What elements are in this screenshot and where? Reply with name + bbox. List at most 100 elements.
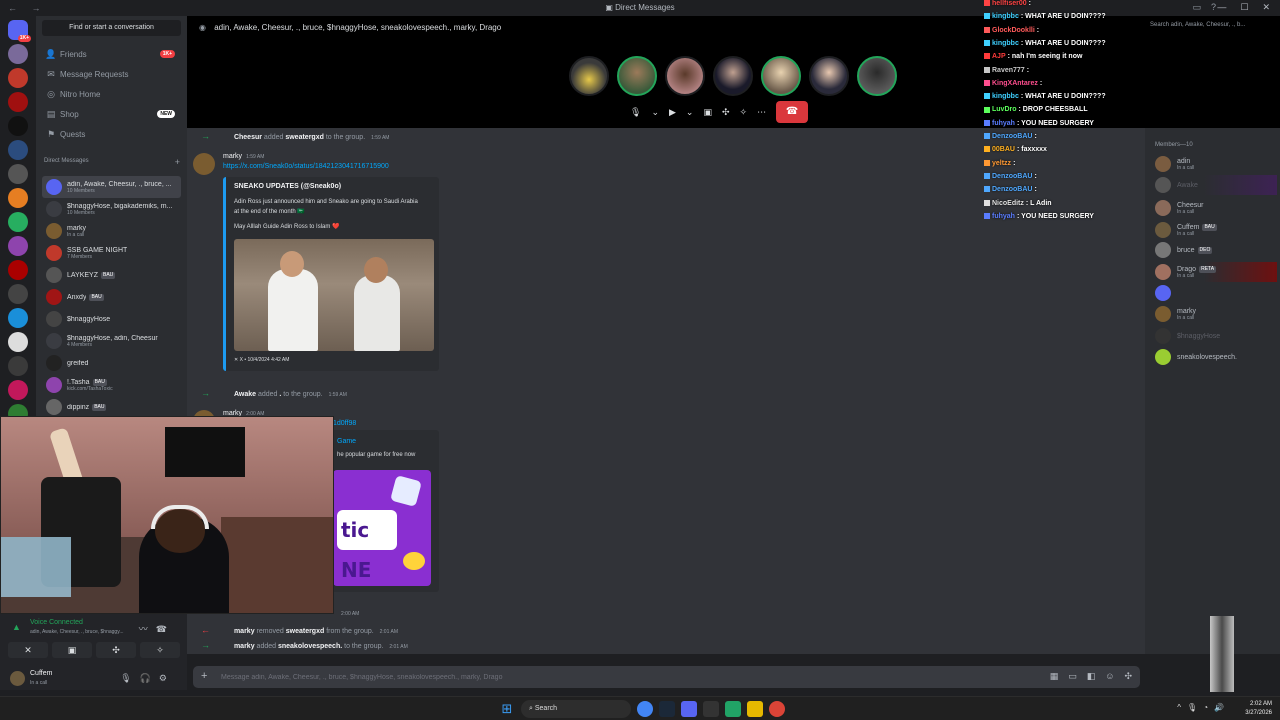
embed-image[interactable] bbox=[234, 239, 434, 351]
server-icon[interactable] bbox=[8, 164, 28, 184]
microphone-icon[interactable]: 🎙 bbox=[120, 673, 139, 683]
mic-icon[interactable]: 🎙 bbox=[1187, 703, 1203, 712]
clock[interactable]: 2:02 AM 3/27/2026 bbox=[1245, 700, 1272, 718]
member-item[interactable]: adin In a call bbox=[1155, 154, 1277, 174]
avatar[interactable] bbox=[193, 153, 215, 175]
server-icon[interactable] bbox=[8, 116, 28, 136]
participant-avatar[interactable] bbox=[713, 56, 753, 96]
camera-off-icon[interactable]: ▶ bbox=[669, 107, 676, 118]
nav-shop[interactable]: ▤ Shop NEW bbox=[42, 105, 181, 123]
disconnect-button[interactable]: ☎ bbox=[776, 101, 809, 123]
member-item[interactable]: marky In a call bbox=[1155, 304, 1277, 324]
system-user[interactable]: marky bbox=[234, 628, 255, 635]
server-icon[interactable] bbox=[8, 140, 28, 160]
member-item[interactable]: Cheesur In a call bbox=[1155, 198, 1277, 218]
dm-item[interactable]: LAYKEYZ BAU bbox=[42, 264, 181, 286]
soundboard-icon[interactable]: ✧ bbox=[740, 107, 748, 118]
nav-message-requests[interactable]: ✉ Message Requests bbox=[42, 65, 181, 83]
chevron-down-icon[interactable]: ⌄ bbox=[686, 107, 694, 118]
windows-start-icon[interactable]: ⊞ bbox=[499, 701, 515, 717]
username[interactable]: Cuffem bbox=[30, 670, 52, 677]
server-icon[interactable] bbox=[8, 212, 28, 232]
chrome-icon[interactable] bbox=[637, 701, 653, 717]
gif-icon[interactable]: ▭ bbox=[1068, 671, 1077, 682]
dm-item[interactable]: Anxdy BAU bbox=[42, 286, 181, 308]
server-icon[interactable] bbox=[8, 332, 28, 352]
signal-icon[interactable]: ▲ bbox=[12, 622, 21, 632]
participant-avatar[interactable] bbox=[665, 56, 705, 96]
dm-item[interactable]: $hnaggyHose, adin, Cheesur 4 Members bbox=[42, 330, 181, 352]
member-item[interactable]: Drago RETA In a call bbox=[1155, 262, 1277, 282]
more-options-icon[interactable]: ⋯ bbox=[757, 107, 766, 118]
inbox-icon[interactable]: ▭ bbox=[1192, 2, 1201, 13]
sticker-icon[interactable]: ◧ bbox=[1087, 671, 1096, 682]
microphone-icon[interactable]: 🎙 bbox=[630, 107, 641, 118]
server-icon[interactable] bbox=[8, 188, 28, 208]
dm-item[interactable]: !.Tasha BAU kick.com/TashaToxic bbox=[42, 374, 181, 396]
gift-icon[interactable]: ▦ bbox=[1050, 671, 1059, 682]
find-conversation-button[interactable]: Find or start a conversation bbox=[42, 20, 181, 36]
embed-image[interactable]: tic NE bbox=[333, 470, 431, 586]
gear-icon[interactable]: ⚙ bbox=[159, 673, 175, 683]
embed-author[interactable]: SNEAKO UPDATES (@Sneak0o) bbox=[234, 183, 341, 190]
participant-avatar[interactable] bbox=[761, 56, 801, 96]
dm-item[interactable]: adin, Awake, Cheesur, ., bruce, ... 10 Me… bbox=[42, 176, 181, 198]
camera-button[interactable]: ✕ bbox=[8, 642, 48, 658]
volume-icon[interactable]: 🔊 bbox=[1214, 703, 1230, 712]
emoji-icon[interactable]: ☺ bbox=[1105, 671, 1114, 682]
message-author[interactable]: marky bbox=[223, 153, 242, 160]
nav-friends[interactable]: 👤 Friends 1K+ bbox=[42, 45, 181, 63]
chevron-up-icon[interactable]: ^ bbox=[1177, 703, 1187, 712]
participant-avatar[interactable] bbox=[809, 56, 849, 96]
headphones-icon[interactable]: 🎧 bbox=[140, 673, 159, 683]
chrome-icon[interactable] bbox=[769, 701, 785, 717]
participant-avatar[interactable] bbox=[617, 56, 657, 96]
create-dm-plus-icon[interactable]: + bbox=[175, 157, 180, 167]
voice-status[interactable]: Voice Connected bbox=[30, 619, 83, 626]
system-target[interactable]: sneakolovespeech. bbox=[278, 643, 342, 650]
member-item[interactable]: Cuffem BAU In a call bbox=[1155, 220, 1277, 240]
dm-item[interactable]: marky In a call bbox=[42, 220, 181, 242]
server-icon[interactable] bbox=[8, 356, 28, 376]
nav-quests[interactable]: ⚑ Quests bbox=[42, 125, 181, 143]
server-icon[interactable] bbox=[8, 284, 28, 304]
member-item[interactable]: sneakolovespeech. bbox=[1155, 347, 1277, 367]
nav-nitro-home[interactable]: ◎ Nitro Home bbox=[42, 85, 181, 103]
dm-item[interactable]: greifed bbox=[42, 352, 181, 374]
dm-item[interactable]: $hnaggyHose bbox=[42, 308, 181, 330]
file-explorer-icon[interactable] bbox=[747, 701, 763, 717]
message-input[interactable] bbox=[221, 669, 1021, 685]
activities-icon[interactable]: ✣ bbox=[722, 107, 730, 118]
server-icon[interactable] bbox=[8, 68, 28, 88]
system-user[interactable]: Cheesur bbox=[234, 134, 262, 141]
embed-title[interactable]: Game bbox=[337, 438, 356, 445]
screen-share-button[interactable]: ▣ bbox=[52, 642, 92, 658]
maximize-button[interactable]: ☐ bbox=[1240, 2, 1248, 13]
message-link[interactable]: https://x.com/Sneak0o/status/18421230417… bbox=[223, 163, 389, 170]
server-icon[interactable] bbox=[8, 260, 28, 280]
system-target[interactable]: . bbox=[279, 391, 281, 398]
minimize-button[interactable]: — bbox=[1217, 2, 1226, 13]
search-input[interactable]: Search adin, Awake, Cheesur, ., b... bbox=[1150, 22, 1272, 28]
server-icon[interactable] bbox=[8, 92, 28, 112]
message-link[interactable]: 1d0ff98 bbox=[333, 420, 356, 427]
member-item[interactable]: bruce DEO bbox=[1155, 240, 1277, 260]
wifi-icon[interactable]: ◔ bbox=[1203, 703, 1214, 712]
dm-item[interactable]: dippinz BAU bbox=[42, 396, 181, 418]
server-icon[interactable] bbox=[8, 380, 28, 400]
taskbar-search[interactable]: ⌕ Search bbox=[521, 700, 631, 718]
system-user[interactable]: marky bbox=[234, 643, 255, 650]
apps-icon[interactable]: ✣ bbox=[1124, 671, 1132, 682]
participant-avatar[interactable] bbox=[569, 56, 609, 96]
help-icon[interactable]: ? bbox=[1211, 2, 1216, 13]
member-item[interactable]: $hnaggyHose bbox=[1155, 326, 1277, 346]
system-user[interactable]: Awake bbox=[234, 391, 256, 398]
server-icon[interactable] bbox=[8, 308, 28, 328]
server-icon[interactable] bbox=[8, 236, 28, 256]
noise-suppression-icon[interactable]: 〰 bbox=[139, 624, 156, 634]
system-target[interactable]: sweatergxd bbox=[285, 134, 324, 141]
screen-share-icon[interactable]: ▣ bbox=[703, 107, 712, 118]
voice-channel[interactable]: adin, Awake, Cheesur, ., bruce, $hnaggy.… bbox=[30, 629, 124, 635]
home-button[interactable]: 1K+ bbox=[8, 20, 31, 42]
activity-button[interactable]: ✣ bbox=[96, 642, 136, 658]
